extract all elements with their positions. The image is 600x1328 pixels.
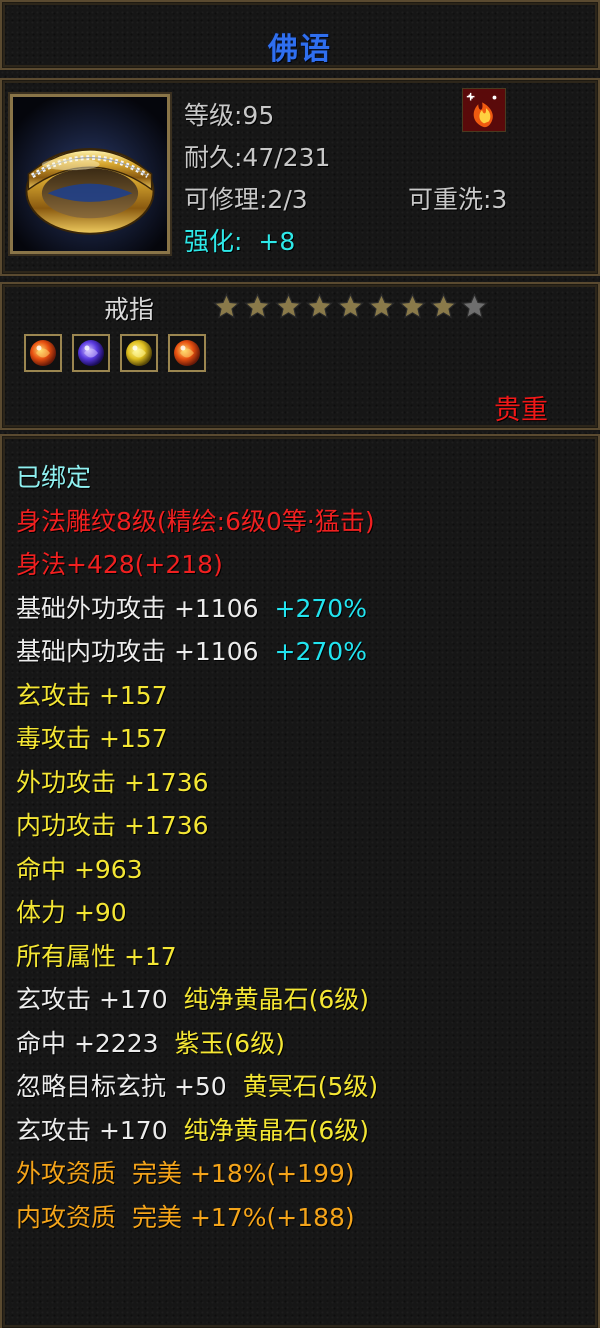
title-bar: 佛语	[0, 0, 600, 70]
stat-text: 玄攻击 +170	[16, 985, 168, 1014]
stat-text: +270%	[274, 593, 367, 623]
stat-text: 内攻资质	[16, 1202, 117, 1232]
stat-text: 忽略目标玄抗 +50	[16, 1072, 227, 1101]
star-filled-icon	[212, 292, 241, 319]
stat-text: 身法雕纹8级(精绘:6级0等·猛击)	[16, 506, 375, 536]
yellow-gem-icon[interactable]	[120, 334, 158, 372]
flame-seal-icon	[462, 88, 506, 132]
stat-line: 已绑定	[16, 458, 91, 494]
stat-text: 命中 +2223	[16, 1028, 159, 1058]
stat-text: 基础外功攻击 +1106	[16, 593, 259, 623]
star-filled-icon	[243, 292, 272, 319]
star-filled-icon	[429, 292, 458, 319]
ring-icon[interactable]	[8, 92, 172, 256]
stat-line: 命中 +963	[16, 850, 143, 886]
item-rarity: 贵重	[494, 395, 548, 426]
enhance-label: 强化:	[184, 227, 243, 256]
item-durability: 耐久:47/231	[184, 143, 331, 172]
item-type: 戒指	[104, 295, 155, 324]
stat-text: 体力 +90	[16, 898, 127, 927]
item-enhance: 强化: +8	[184, 222, 295, 258]
enhance-value: +8	[258, 227, 296, 256]
stat-text: 纯净黄晶石(6级)	[183, 1115, 370, 1145]
stat-line: 内攻资质 完美 +17%(+188)	[16, 1198, 355, 1234]
stat-text: 命中 +963	[16, 854, 143, 884]
gem-sockets	[24, 334, 206, 372]
item-level: 等级:95	[184, 101, 275, 130]
star-empty-icon	[460, 292, 489, 319]
stat-line: 外攻资质 完美 +18%(+199)	[16, 1154, 355, 1190]
stat-text: 外攻资质	[16, 1159, 117, 1188]
stat-text: +270%	[274, 637, 367, 666]
item-rewash-count: 可重洗:3	[408, 185, 508, 214]
star-filled-icon	[305, 292, 334, 319]
orange-gem-icon[interactable]	[24, 334, 62, 372]
stat-line: 命中 +2223 紫玉(6级)	[16, 1024, 285, 1060]
stat-line: 基础内功攻击 +1106 +270%	[16, 632, 367, 668]
star-filled-icon	[367, 292, 396, 319]
item-name: 佛语	[268, 32, 332, 67]
stat-text: 所有属性 +17	[16, 941, 177, 971]
stat-text: 外功攻击 +1736	[16, 767, 209, 797]
stat-text: 黄冥石(5级)	[242, 1072, 379, 1101]
stat-text: 内功攻击 +1736	[16, 811, 209, 840]
stat-line: 基础外功攻击 +1106 +270%	[16, 589, 367, 625]
stat-line: 玄攻击 +170 纯净黄晶石(6级)	[16, 980, 369, 1016]
stat-line: 玄攻击 +170 纯净黄晶石(6级)	[16, 1111, 369, 1147]
stat-line: 身法雕纹8级(精绘:6级0等·猛击)	[16, 502, 375, 538]
stat-text: 完美 +17%(+188)	[132, 1202, 355, 1232]
stat-line: 毒攻击 +157	[16, 719, 168, 755]
stat-line: 玄攻击 +157	[16, 676, 168, 712]
star-filled-icon	[274, 292, 303, 319]
stat-text: 紫玉(6级)	[174, 1028, 285, 1058]
stat-text: 基础内功攻击 +1106	[16, 637, 259, 666]
stat-text: 玄攻击 +170	[16, 1115, 168, 1145]
stat-line: 外功攻击 +1736	[16, 763, 209, 799]
stat-text: 纯净黄晶石(6级)	[183, 985, 370, 1014]
stat-line: 忽略目标玄抗 +50 黄冥石(5级)	[16, 1067, 378, 1103]
item-repair-count: 可修理:2/3	[184, 185, 308, 214]
star-rating	[212, 292, 489, 322]
stat-line: 身法+428(+218)	[16, 545, 223, 581]
stat-text: 身法+428(+218)	[16, 550, 223, 579]
stat-line: 所有属性 +17	[16, 937, 177, 973]
item-tooltip: 佛语 等级:95 耐久:47/231 可修理:2/3 可重洗:3 强化: +8 …	[0, 0, 600, 1328]
stat-text: 毒攻击 +157	[16, 724, 168, 753]
orange-gem-icon[interactable]	[168, 334, 206, 372]
stat-text: 玄攻击 +157	[16, 680, 168, 710]
stat-line: 内功攻击 +1736	[16, 806, 209, 842]
purple-gem-icon[interactable]	[72, 334, 110, 372]
stat-text: 完美 +18%(+199)	[132, 1159, 355, 1188]
stat-text: 已绑定	[16, 463, 92, 492]
star-filled-icon	[398, 292, 427, 319]
stat-line: 体力 +90	[16, 893, 127, 929]
star-filled-icon	[336, 292, 365, 319]
